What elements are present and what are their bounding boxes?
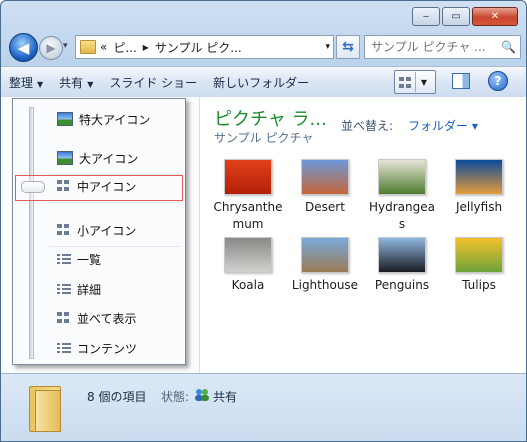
view-menu-label: 並べて表示 [77,311,137,326]
extra-large-icons-icon [57,112,73,126]
file-name-continued: s [398,217,406,231]
organize-menu-button[interactable]: 整理 ▼ [1,74,51,91]
preview-pane-icon[interactable] [452,73,470,89]
view-menu-label: 詳細 [77,282,102,297]
file-name: Lighthouse [291,278,359,292]
navigation-bar: ◀ ▶ ▾ « ピ... ▸ サンプル ピク... ▾ ⇆ 🔍 [7,33,521,62]
state-value: 共有 [213,390,238,404]
jellyfish-thumbnail [455,159,503,195]
file-item-koala[interactable]: Koala [213,237,283,294]
window-controls: ‒ ▭ ✕ [412,7,518,26]
recent-pages-dropdown[interactable]: ▾ [63,41,68,51]
back-button[interactable]: ◀ [9,33,38,62]
small-icons-icon [57,224,71,236]
command-bar: 整理 ▼ 共有 ▼ スライド ショー 新しいフォルダー ▼ ? [1,66,526,98]
breadcrumb-sample-pictures[interactable]: サンプル ピク... [155,39,242,56]
file-item-jellyfish[interactable]: Jellyfish [444,159,514,216]
new-folder-button[interactable]: 新しいフォルダー [205,74,317,91]
maximize-button[interactable]: ▭ [442,7,470,26]
file-item-tulips[interactable]: Tulips [444,237,514,294]
users-icon [195,389,209,401]
hydrangeas-thumbnail [378,159,426,195]
sort-label: 並べ替え: [341,119,394,133]
chevron-down-icon: ▼ [37,79,44,89]
view-menu-item-tiles[interactable]: 並べて表示 [57,307,137,329]
minimize-button[interactable]: ‒ [412,7,440,26]
item-count: 8 個の項目 [87,390,147,404]
organize-label: 整理 [9,75,34,90]
file-item-penguins[interactable]: Penguins [367,237,437,294]
breadcrumb-separator[interactable]: ▸ [143,40,149,54]
view-menu-label: コンテンツ [77,341,138,356]
view-icon[interactable] [395,72,415,92]
refresh-button[interactable]: ⇆ [336,35,360,59]
details-icon [57,283,71,295]
medium-icons-icon [57,180,71,192]
view-menu-item-details[interactable]: 詳細 [57,278,101,300]
file-name: Jellyfish [455,200,503,214]
address-dropdown-icon[interactable]: ▾ [325,42,330,52]
forward-button[interactable]: ▶ [39,36,63,60]
file-item-lighthouse[interactable]: Lighthouse [290,237,360,294]
slideshow-button[interactable]: スライド ショー [101,74,205,91]
large-icons-icon [57,151,73,165]
tulips-thumbnail [455,237,503,273]
view-menu-label: 小アイコン [77,223,137,238]
arrange-by-dropdown[interactable]: フォルダー ▾ [408,117,478,134]
view-menu-label: 大アイコン [79,151,139,166]
view-menu-item-larges-icon[interactable]: 大アイコン [57,147,138,169]
menu-separator [49,202,181,203]
view-menu-item-mediums-icon[interactable]: 中アイコン [57,175,136,197]
file-name: Chrysanthe [213,200,283,214]
share-label: 共有 [59,75,84,90]
view-menu-item-content[interactable]: コンテンツ [57,337,137,359]
breadcrumb-pictures[interactable]: ピ... [113,39,136,56]
view-menu-label: 中アイコン [77,179,137,194]
file-name: Desert [305,200,345,214]
folder-icon [80,40,96,54]
chevron-down-icon: ▼ [87,79,94,89]
view-dropdown-button[interactable]: ▼ [415,72,432,92]
search-input[interactable] [365,39,501,55]
file-name: Koala [231,278,265,292]
file-name: Tulips [462,278,496,292]
search-box[interactable]: 🔍 [364,35,521,59]
close-button[interactable]: ✕ [472,7,518,26]
file-name: Hydrangea [369,200,435,214]
lighthouse-thumbnail [301,237,349,273]
change-view-button[interactable]: ▼ [394,70,436,94]
chrysanthemum-thumbnail [224,159,272,195]
view-menu-item-smalls-icon[interactable]: 小アイコン [57,219,136,241]
details-pane: 8 個の項目 状態: 共有 [1,373,526,441]
content-icon [57,342,71,354]
file-item-chrysanthemum[interactable]: Chrysanthe mum [213,159,283,233]
state-label: 状態: [161,390,190,404]
address-bar[interactable]: « ピ... ▸ サンプル ピク... ▾ [75,35,334,59]
folder-icon [29,386,61,432]
tiles-icon [57,312,71,324]
file-name: Penguins [374,278,430,292]
view-menu-label: 一覧 [77,252,102,267]
view-menu-item-extra-larges-icon[interactable]: 特大アイコン [57,108,150,130]
view-menu-label: 特大アイコン [79,112,151,127]
list-icon [57,253,71,265]
file-item-hydrangeas[interactable]: Hydrangea s [367,159,437,233]
library-title: ピクチャ ラ... [214,109,327,130]
desert-thumbnail [301,159,349,195]
view-menu-item-list[interactable]: 一覧 [57,248,101,270]
view-slider-track[interactable] [29,107,34,359]
penguins-thumbnail [378,237,426,273]
library-subtitle: サンプル ピクチャ [214,131,314,145]
file-name-continued: mum [232,217,264,231]
breadcrumb-overflow[interactable]: « [100,40,107,54]
share-menu-button[interactable]: 共有 ▼ [51,74,101,91]
view-menu: 特大アイコン 大アイコン中アイコン小アイコン一覧詳細並べて表示コンテンツ [12,98,186,365]
file-item-desert[interactable]: Desert [290,159,360,216]
koala-thumbnail [224,237,272,273]
help-button[interactable]: ? [488,71,508,91]
search-icon[interactable]: 🔍 [501,40,516,54]
menu-separator [49,246,181,247]
